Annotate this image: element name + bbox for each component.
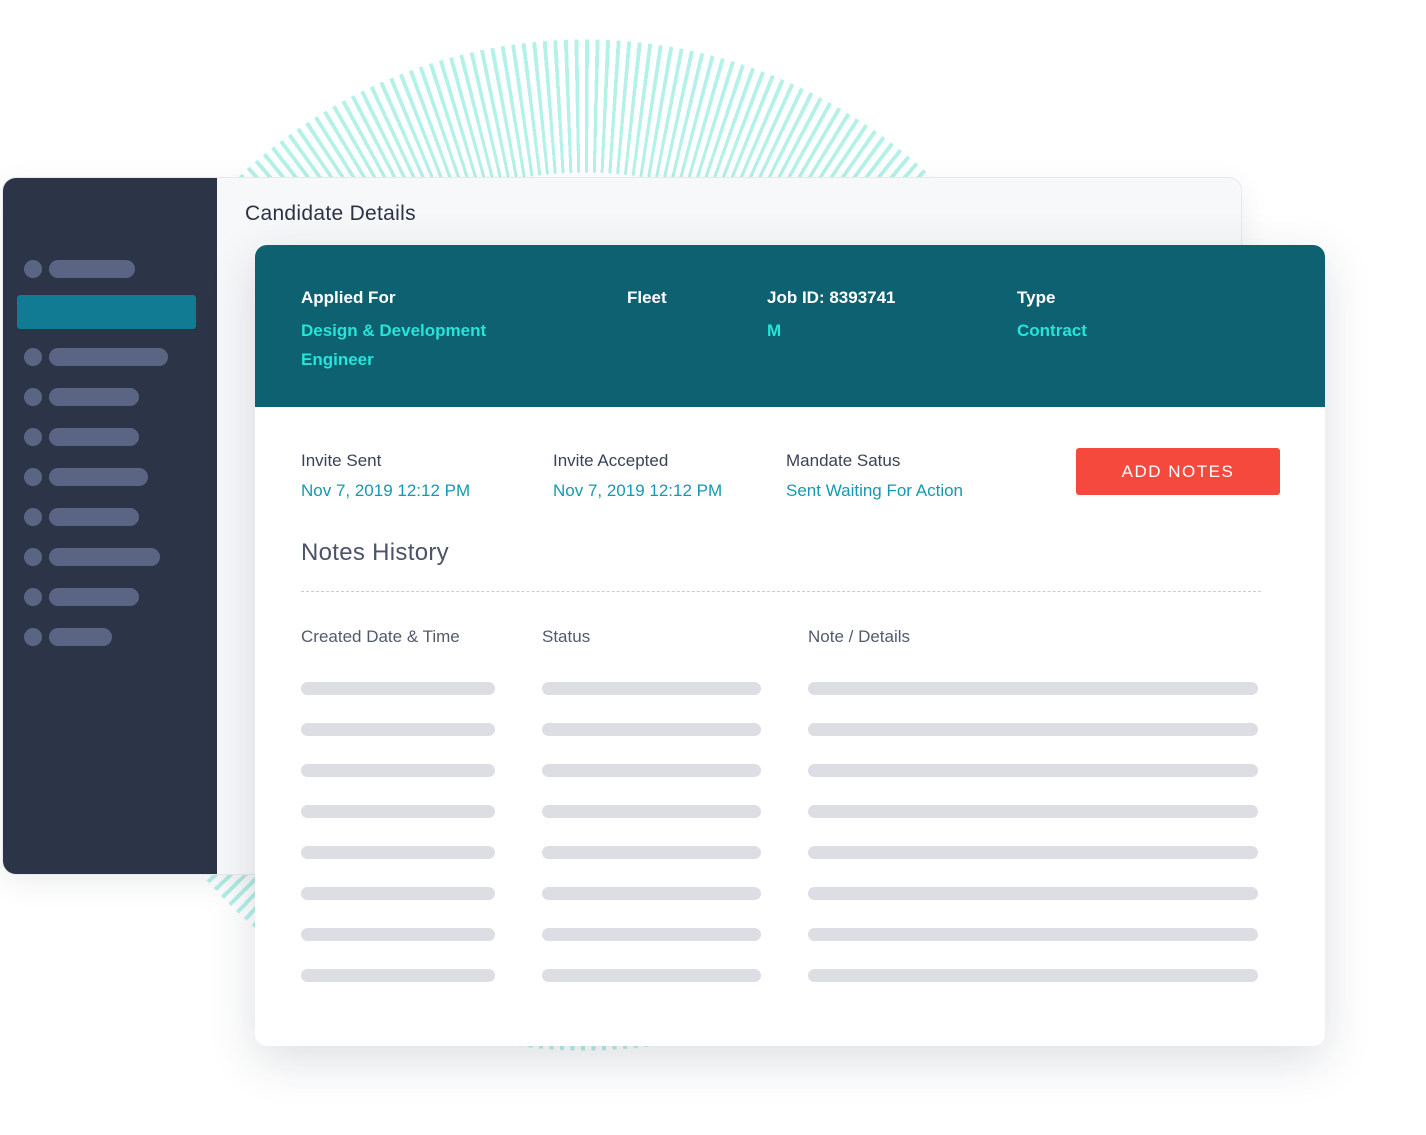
applied-for-value-line2: Engineer xyxy=(301,350,374,369)
menu-dot-icon xyxy=(24,468,42,486)
sidebar-item-label-placeholder xyxy=(49,548,160,566)
sidebar-item-label-placeholder xyxy=(49,588,139,606)
column-header-status[interactable]: Status xyxy=(542,627,590,647)
table-cell-placeholder xyxy=(542,887,761,900)
type-field: Type Contract xyxy=(1017,287,1087,345)
table-cell-placeholder xyxy=(301,969,495,982)
job-id-label: Job ID: 8393741 xyxy=(767,288,896,307)
invite-accepted-field: Invite Accepted Nov 7, 2019 12:12 PM xyxy=(553,450,722,502)
table-cell-placeholder xyxy=(808,723,1258,736)
sidebar-item-label-placeholder xyxy=(49,508,139,526)
table-cell-placeholder xyxy=(542,928,761,941)
add-notes-button[interactable]: ADD NOTES xyxy=(1076,448,1280,495)
table-cell-placeholder xyxy=(301,928,495,941)
table-cell-placeholder xyxy=(808,846,1258,859)
sidebar-item-active[interactable] xyxy=(17,295,196,329)
type-label: Type xyxy=(1017,288,1056,307)
mandate-status-value: Sent Waiting For Action xyxy=(786,481,964,500)
table-row[interactable] xyxy=(255,928,1325,941)
applied-for-value-line1: Design & Development xyxy=(301,321,487,340)
job-id-field: Job ID: 8393741 M xyxy=(767,287,896,345)
table-cell-placeholder xyxy=(301,846,495,859)
column-header-created[interactable]: Created Date & Time xyxy=(301,627,460,647)
sidebar-item-label-placeholder xyxy=(49,388,139,406)
table-cell-placeholder xyxy=(542,682,761,695)
invite-sent-field: Invite Sent Nov 7, 2019 12:12 PM xyxy=(301,450,470,502)
menu-dot-icon xyxy=(24,260,42,278)
menu-dot-icon xyxy=(24,588,42,606)
table-cell-placeholder xyxy=(808,928,1258,941)
applied-for-value: Design & Development Engineer xyxy=(301,316,486,374)
menu-dot-icon xyxy=(24,508,42,526)
fleet-field: Fleet xyxy=(627,287,667,309)
table-row[interactable] xyxy=(255,805,1325,818)
table-cell-placeholder xyxy=(301,723,495,736)
table-row[interactable] xyxy=(255,846,1325,859)
table-cell-placeholder xyxy=(808,805,1258,818)
menu-dot-icon xyxy=(24,548,42,566)
table-row[interactable] xyxy=(255,764,1325,777)
sidebar-item-label-placeholder xyxy=(49,348,168,366)
notes-history-title: Notes History xyxy=(301,539,449,566)
invite-accepted-value: Nov 7, 2019 12:12 PM xyxy=(553,481,723,500)
mandate-status-field: Mandate Satus Sent Waiting For Action xyxy=(786,450,963,502)
sidebar-item-label-placeholder xyxy=(49,628,112,646)
table-row[interactable] xyxy=(255,723,1325,736)
table-cell-placeholder xyxy=(301,887,495,900)
screen: Candidate Details Applied For Design & D… xyxy=(0,0,1426,1135)
menu-dot-icon xyxy=(24,348,42,366)
table-cell-placeholder xyxy=(808,682,1258,695)
invite-sent-value: Nov 7, 2019 12:12 PM xyxy=(301,481,471,500)
table-cell-placeholder xyxy=(542,723,761,736)
table-cell-placeholder xyxy=(808,969,1258,982)
type-value: Contract xyxy=(1017,321,1087,340)
menu-dot-icon xyxy=(24,628,42,646)
mandate-status-label: Mandate Satus xyxy=(786,451,901,470)
table-cell-placeholder xyxy=(542,805,761,818)
table-row[interactable] xyxy=(255,682,1325,695)
table-cell-placeholder xyxy=(301,805,495,818)
applied-for-label: Applied For xyxy=(301,288,396,307)
table-cell-placeholder xyxy=(542,969,761,982)
table-row[interactable] xyxy=(255,887,1325,900)
table-row[interactable] xyxy=(255,969,1325,982)
table-cell-placeholder xyxy=(301,764,495,777)
column-header-note[interactable]: Note / Details xyxy=(808,627,910,647)
fleet-label: Fleet xyxy=(627,288,667,307)
invite-accepted-label: Invite Accepted xyxy=(553,451,669,470)
divider xyxy=(301,591,1261,592)
sidebar xyxy=(3,178,217,874)
sidebar-item-label-placeholder xyxy=(49,468,148,486)
menu-dot-icon xyxy=(24,428,42,446)
applied-for-field: Applied For Design & Development Enginee… xyxy=(301,287,486,374)
job-header: Applied For Design & Development Enginee… xyxy=(255,245,1325,407)
invite-sent-label: Invite Sent xyxy=(301,451,382,470)
table-cell-placeholder xyxy=(301,682,495,695)
page-title: Candidate Details xyxy=(245,202,416,225)
table-cell-placeholder xyxy=(542,846,761,859)
table-cell-placeholder xyxy=(808,887,1258,900)
sidebar-item-label-placeholder xyxy=(49,260,135,278)
candidate-details-card: Applied For Design & Development Enginee… xyxy=(255,245,1325,1046)
job-id-value: M xyxy=(767,321,782,340)
sidebar-item-label-placeholder xyxy=(49,428,139,446)
table-cell-placeholder xyxy=(542,764,761,777)
table-cell-placeholder xyxy=(808,764,1258,777)
menu-dot-icon xyxy=(24,388,42,406)
